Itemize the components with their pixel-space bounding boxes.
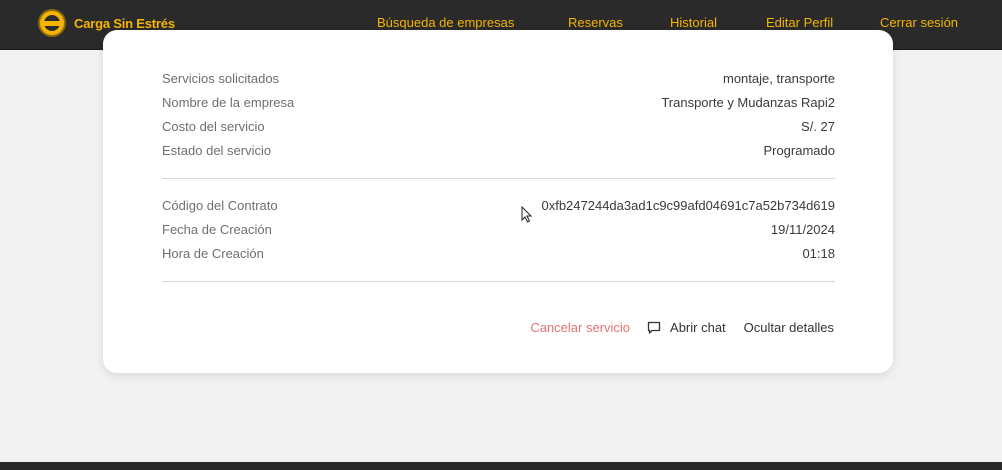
detail-label: Fecha de Creación: [162, 222, 272, 237]
detail-row-costo: Costo del servicio S/. 27: [162, 119, 835, 137]
nav-reservas[interactable]: Reservas: [568, 15, 623, 30]
detail-row-fecha-creacion: Fecha de Creación 19/11/2024: [162, 222, 835, 240]
detail-row-hora-creacion: Hora de Creación 01:18: [162, 246, 835, 264]
brand-name: Carga Sin Estrés: [74, 15, 175, 31]
detail-label: Costo del servicio: [162, 119, 265, 134]
detail-value: 01:18: [802, 246, 835, 261]
open-chat-button[interactable]: Abrir chat: [647, 320, 726, 335]
mouse-pointer-icon: [521, 206, 533, 223]
divider: [162, 281, 835, 282]
detail-value: Programado: [763, 143, 835, 158]
detail-value: S/. 27: [801, 119, 835, 134]
detail-value: Transporte y Mudanzas Rapi2: [661, 95, 835, 110]
nav-historial[interactable]: Historial: [670, 15, 717, 30]
detail-label: Código del Contrato: [162, 198, 278, 213]
detail-row-estado: Estado del servicio Programado: [162, 143, 835, 161]
divider: [162, 178, 835, 179]
nav-busqueda-empresas[interactable]: Búsqueda de empresas: [377, 15, 514, 30]
detail-value: 0xfb247244da3ad1c9c99afd04691c7a52b734d6…: [541, 198, 835, 213]
detail-value: 19/11/2024: [770, 222, 835, 237]
truck-logo-icon: [38, 9, 66, 37]
detail-label: Hora de Creación: [162, 246, 264, 261]
nav-editar-perfil[interactable]: Editar Perfil: [766, 15, 833, 30]
detail-label: Servicios solicitados: [162, 71, 280, 86]
detail-row-empresa: Nombre de la empresa Transporte y Mudanz…: [162, 95, 835, 113]
detail-value: montaje, transporte: [722, 71, 835, 86]
detail-label: Estado del servicio: [162, 143, 272, 158]
chat-bubble-icon: [647, 321, 661, 334]
card-actions: Cancelar servicio Abrir chat Ocultar det…: [530, 320, 834, 335]
cancel-service-button[interactable]: Cancelar servicio: [530, 320, 630, 335]
service-details-card: Servicios solicitados montaje, transport…: [103, 30, 893, 373]
detail-row-codigo-contrato: Código del Contrato 0xfb247244da3ad1c9c9…: [162, 198, 835, 216]
detail-row-servicios: Servicios solicitados montaje, transport…: [162, 71, 835, 89]
footer-bar: [0, 462, 1002, 470]
nav-cerrar-sesion[interactable]: Cerrar sesión: [880, 15, 958, 30]
detail-label: Nombre de la empresa: [162, 95, 295, 110]
open-chat-label: Abrir chat: [670, 320, 726, 335]
hide-details-button[interactable]: Ocultar detalles: [744, 320, 834, 335]
